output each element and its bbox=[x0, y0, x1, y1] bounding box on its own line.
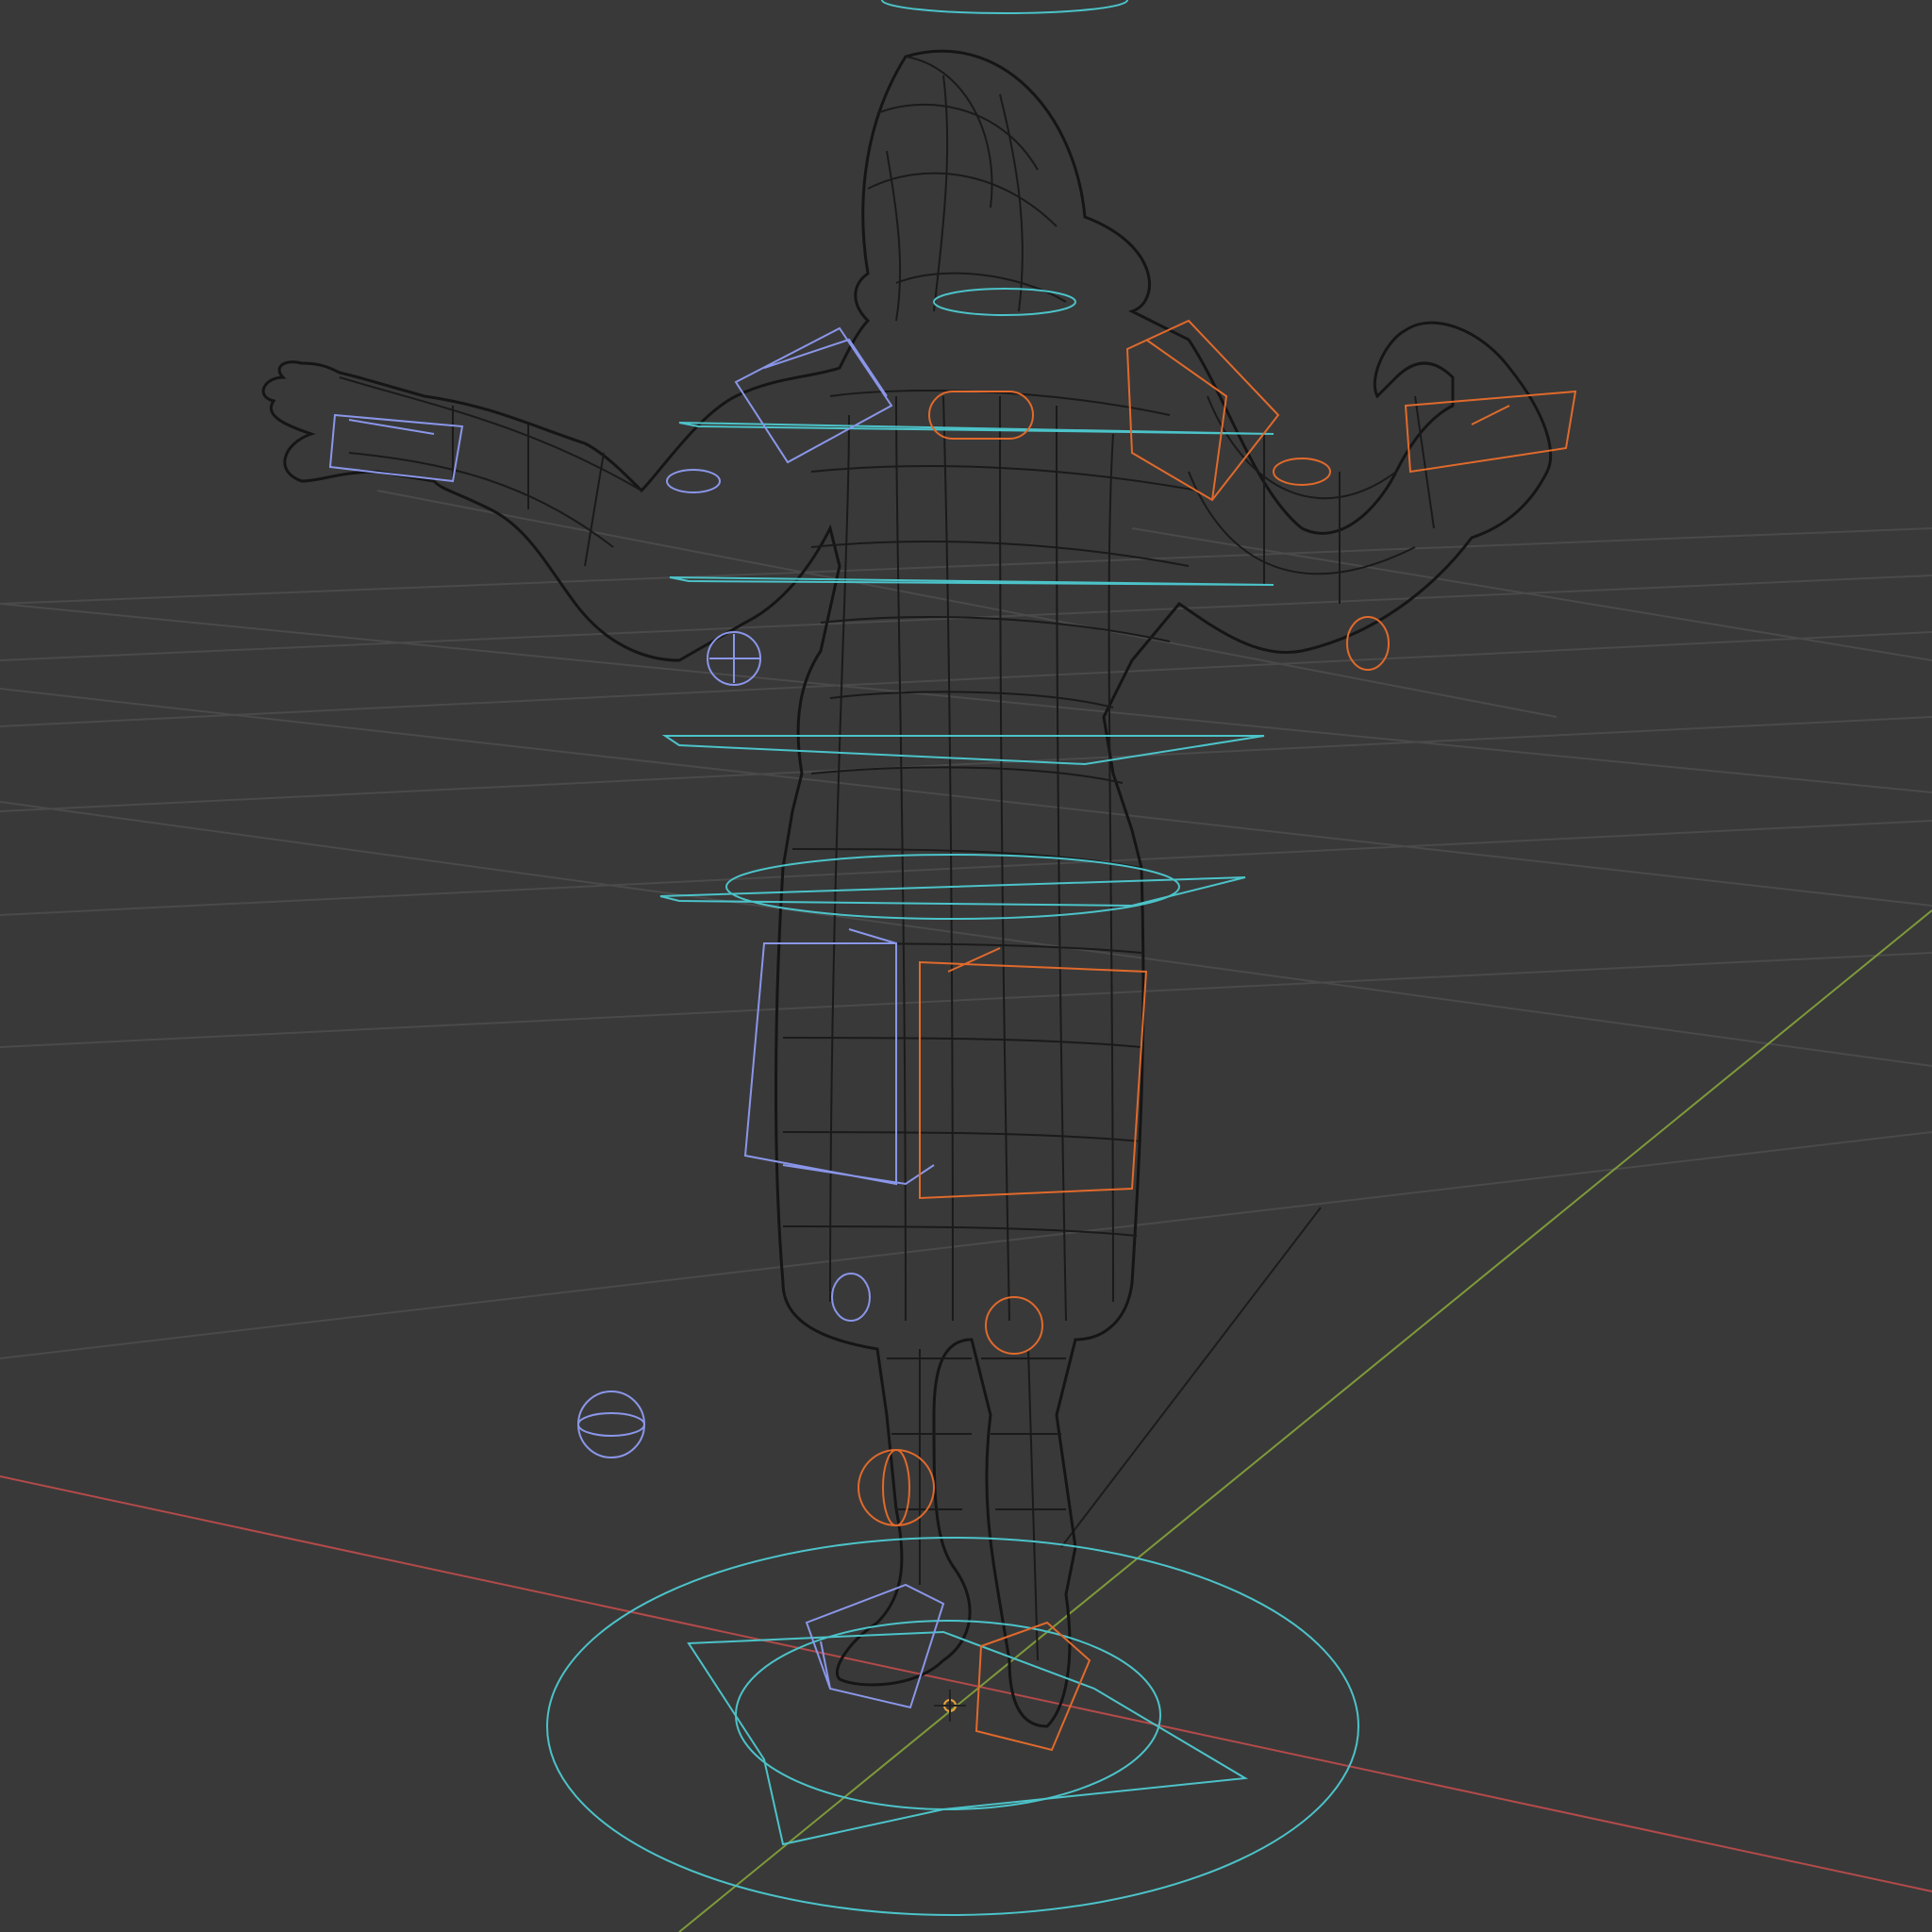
root-direction-control[interactable] bbox=[687, 1630, 1249, 1846]
shoulder-l-control[interactable] bbox=[734, 326, 893, 464]
leg-pole-l-control[interactable] bbox=[577, 1391, 645, 1458]
camera-line bbox=[1060, 1207, 1322, 1548]
foot-l-control[interactable] bbox=[805, 1583, 945, 1709]
elbow-r-control[interactable] bbox=[1273, 458, 1331, 486]
armature-controls-right[interactable] bbox=[858, 319, 1577, 1752]
knee-r-control[interactable] bbox=[985, 1296, 1043, 1355]
y-axis-line bbox=[678, 909, 1932, 1932]
foot-r-control[interactable] bbox=[974, 1621, 1091, 1752]
arm-pole-r-control[interactable] bbox=[1346, 616, 1390, 671]
neck-control[interactable] bbox=[933, 288, 1076, 316]
viewport-canvas[interactable] bbox=[0, 0, 1932, 1932]
head-control[interactable] bbox=[881, 0, 1128, 14]
3d-viewport[interactable] bbox=[0, 0, 1932, 1932]
elbow-l-control[interactable] bbox=[666, 469, 721, 493]
leg-pole-l-ring bbox=[577, 1412, 645, 1437]
knee-l-control[interactable] bbox=[831, 1273, 871, 1322]
waist-control[interactable] bbox=[661, 735, 1265, 766]
armature-controls-left[interactable] bbox=[328, 326, 945, 1709]
armature-controls-center[interactable] bbox=[546, 0, 1359, 1916]
spine-control[interactable] bbox=[669, 576, 1274, 586]
hand-l-control[interactable] bbox=[328, 413, 464, 483]
3d-cursor-icon[interactable] bbox=[934, 1690, 966, 1722]
root-outer-control[interactable] bbox=[546, 1537, 1359, 1916]
